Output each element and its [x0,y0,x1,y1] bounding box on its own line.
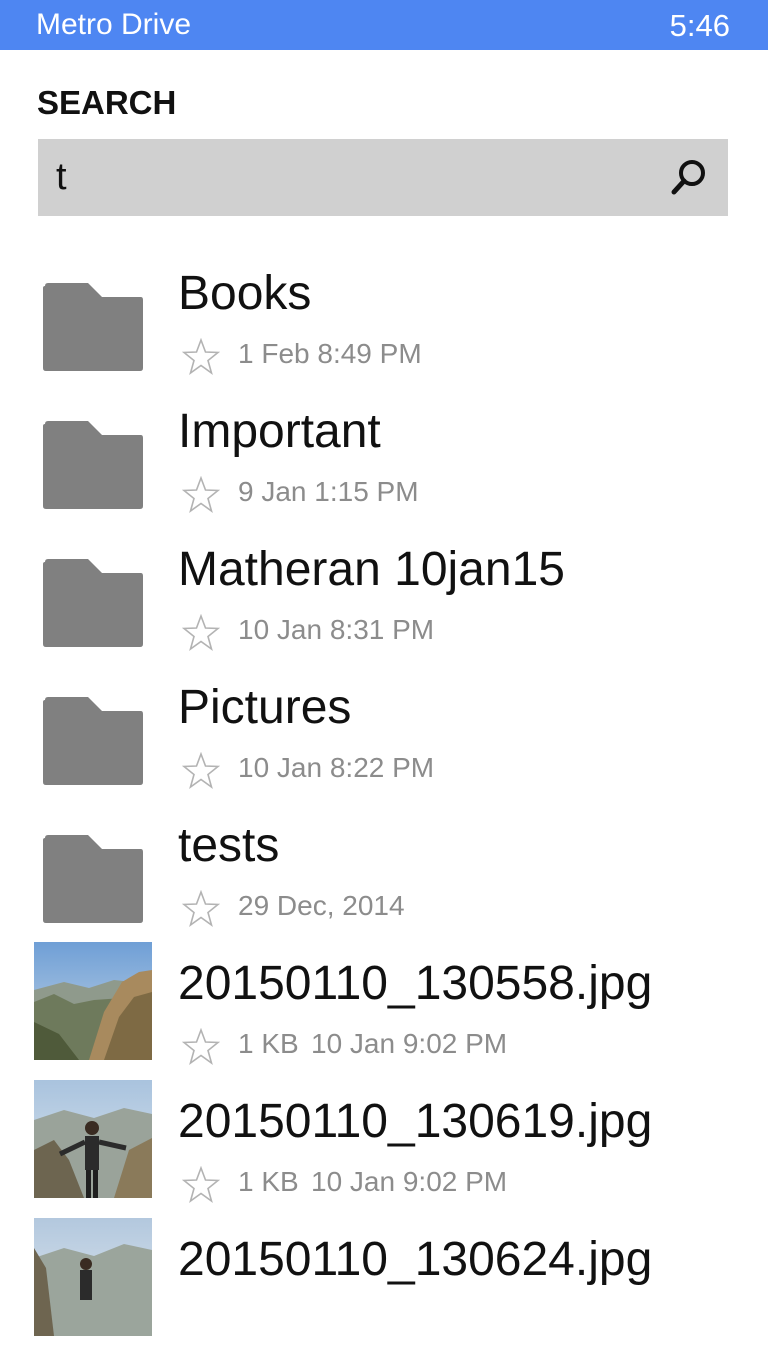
item-name: 20150110_130619.jpg [178,1095,653,1148]
item-name: Pictures [178,681,352,734]
item-name: Books [178,267,312,320]
search-input[interactable] [56,139,656,216]
item-date: 29 Dec, 2014 [238,890,405,921]
star-icon[interactable] [182,476,220,514]
list-item[interactable]: tests 29 Dec, 2014 [0,808,768,946]
item-date: 10 Jan 8:22 PM [238,752,435,783]
photo-thumbnail [34,1080,152,1198]
search-heading: SEARCH [37,84,177,121]
item-size: 1 KB [238,1028,299,1059]
item-date: 10 Jan 9:02 PM [311,1028,508,1059]
star-icon[interactable] [182,752,220,790]
folder-icon [43,835,143,923]
item-name: 20150110_130558.jpg [178,957,653,1010]
list-item[interactable]: Books 1 Feb 8:49 PM [0,256,768,394]
star-icon[interactable] [182,614,220,652]
clock: 5:46 [669,8,730,43]
folder-icon [43,421,143,509]
star-icon[interactable] [182,338,220,376]
item-name: Matheran 10jan15 [178,543,565,596]
star-icon[interactable] [182,890,220,928]
item-date: 1 Feb 8:49 PM [238,338,422,369]
photo-thumbnail [34,942,152,1060]
item-date: 10 Jan 9:02 PM [311,1166,508,1197]
photo-thumbnail [34,1218,152,1336]
star-icon[interactable] [182,1028,220,1066]
search-button[interactable] [668,157,710,199]
list-item[interactable]: Pictures 10 Jan 8:22 PM [0,670,768,808]
item-name: Important [178,405,381,458]
folder-icon [43,559,143,647]
item-name: 20150110_130624.jpg [178,1233,653,1286]
search-box [38,139,728,216]
list-item[interactable]: 20150110_130558.jpg 1 KB 10 Jan 9:02 PM [0,942,768,1084]
item-date: 9 Jan 1:15 PM [238,476,419,507]
item-name: tests [178,819,280,872]
item-date: 10 Jan 8:31 PM [238,614,435,645]
list-item[interactable]: Matheran 10jan15 10 Jan 8:31 PM [0,532,768,670]
list-item[interactable]: 20150110_130619.jpg 1 KB 10 Jan 9:02 PM [0,1080,768,1222]
app-title: Metro Drive [36,8,192,41]
status-bar: Metro Drive 5:46 [0,0,768,50]
list-item[interactable]: Important 9 Jan 1:15 PM [0,394,768,532]
list-item[interactable]: 20150110_130624.jpg [0,1218,768,1360]
item-size: 1 KB [238,1166,299,1197]
star-icon[interactable] [182,1166,220,1204]
folder-icon [43,697,143,785]
search-icon [671,160,705,195]
folder-icon [43,283,143,371]
